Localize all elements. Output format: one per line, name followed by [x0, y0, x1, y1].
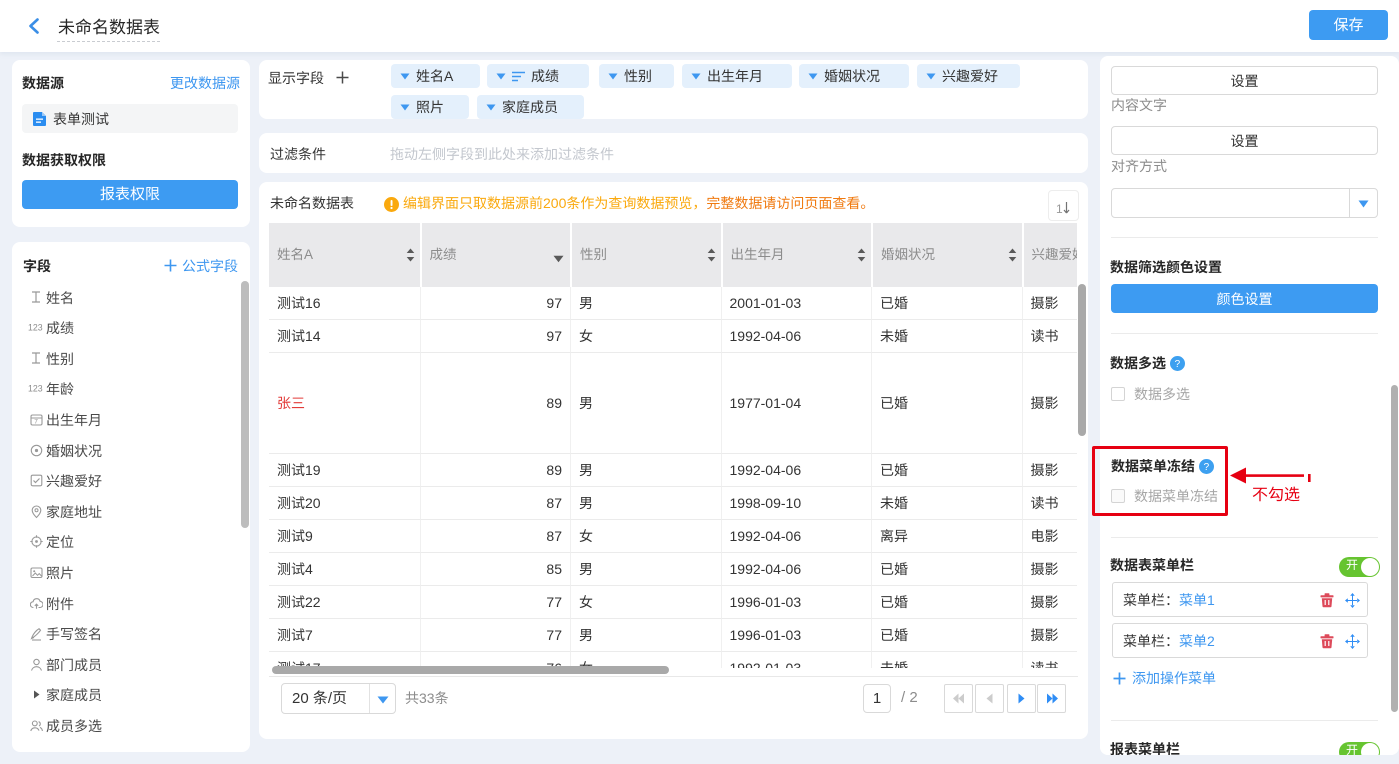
svg-text:?: ? [1203, 462, 1209, 473]
svg-text:?: ? [1174, 359, 1180, 370]
svg-text:7: 7 [34, 418, 38, 425]
svg-text:123: 123 [28, 323, 43, 333]
svg-text:123: 123 [28, 384, 43, 394]
